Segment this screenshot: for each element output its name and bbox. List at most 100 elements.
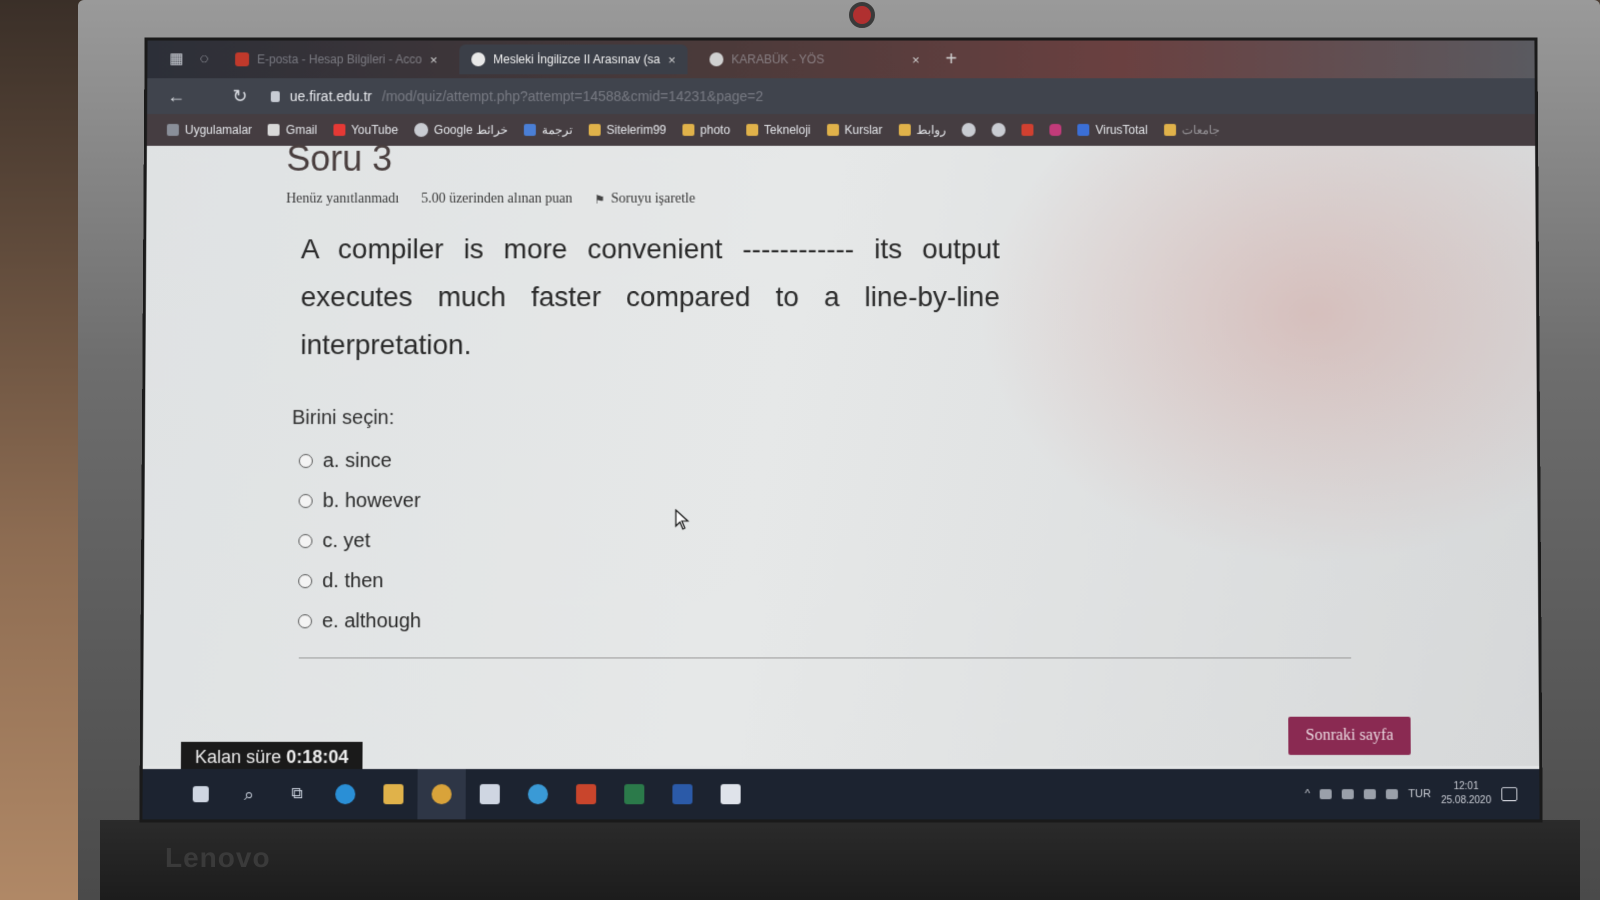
bookmark-gmail[interactable]: Gmail — [267, 123, 317, 137]
taskbar-chrome[interactable] — [417, 769, 466, 820]
taskbar-edge[interactable] — [321, 769, 369, 819]
bookmark-label: photo — [700, 122, 731, 137]
mail-icon[interactable] — [1021, 123, 1034, 136]
radio-button[interactable] — [297, 614, 313, 629]
start-button[interactable] — [177, 769, 225, 819]
question-title: Soru 3 — [286, 137, 393, 179]
taskbar-app[interactable] — [514, 769, 562, 819]
question-points: 5.00 üzerinden alınan puan — [421, 191, 573, 207]
reload-icon[interactable]: ↻ — [229, 86, 251, 107]
bookmark-virustotal[interactable]: VirusTotal — [1077, 122, 1148, 137]
globe-icon[interactable] — [961, 122, 976, 137]
answer-label: a. since — [322, 449, 392, 472]
tab-label: E-posta - Hesap Bilgileri - Acco — [257, 52, 422, 67]
volume-icon[interactable] — [1386, 789, 1399, 800]
notification-icon[interactable] — [1501, 787, 1518, 802]
google-icon — [414, 122, 429, 137]
answer-option-b[interactable]: b. however — [298, 481, 422, 521]
url-field[interactable]: ue.firat.edu.tr /mod/quiz/attempt.php?at… — [270, 88, 763, 105]
bookmark-label: YouTube — [351, 122, 399, 137]
answer-prompt: Birini seçin: — [291, 407, 395, 429]
radio-button[interactable] — [298, 454, 313, 469]
answer-options: a. since b. however c. yet d. then e. al… — [297, 441, 422, 641]
wifi-icon[interactable] — [1364, 789, 1377, 800]
globe-icon[interactable] — [991, 122, 1006, 137]
taskbar-explorer[interactable] — [369, 769, 417, 819]
taskbar-store[interactable] — [466, 769, 514, 819]
question-text: A compiler is more convenient ----------… — [300, 233, 1000, 361]
bookmark-folder-links[interactable]: روابط — [898, 123, 946, 137]
tab-quiz[interactable]: Mesleki İngilizce II Arasınav (sa × — [459, 44, 688, 75]
flag-label: Soruyu işaretle — [611, 191, 696, 207]
answer-option-c[interactable]: c. yet — [298, 521, 421, 561]
answer-label: e. although — [321, 609, 422, 632]
bookmark-translate[interactable]: ترجمة — [523, 123, 573, 137]
language-indicator[interactable]: TUR — [1408, 788, 1431, 800]
radio-button[interactable] — [298, 494, 313, 509]
apps-grid-icon — [166, 123, 179, 136]
taskbar-powerpoint[interactable] — [562, 769, 610, 819]
new-tab-icon[interactable]: + — [945, 48, 957, 71]
excel-icon — [624, 784, 645, 805]
clock[interactable]: 12:01 25.08.2020 — [1441, 780, 1491, 808]
bookmark-folder-tekneloji[interactable]: Tekneloji — [746, 123, 811, 137]
app-icon — [527, 784, 549, 805]
bookmark-label: Sitelerim99 — [606, 122, 667, 137]
bookmark-folder-photo[interactable]: photo — [682, 123, 730, 137]
folder-icon — [383, 784, 404, 805]
taskbar-contacts[interactable] — [707, 769, 755, 819]
lock-icon — [270, 90, 280, 102]
windows-icon — [192, 786, 209, 803]
tab-label: Mesleki İngilizce II Arasınav (sa — [493, 52, 661, 67]
answer-label: d. then — [322, 569, 384, 592]
bookmark-folder-kurslar[interactable]: Kurslar — [826, 123, 882, 137]
timer-value: 0:18:04 — [286, 746, 349, 768]
folder-icon — [588, 123, 601, 136]
webcam-icon — [849, 2, 875, 28]
tab-email[interactable]: E-posta - Hesap Bilgileri - Acco × — [223, 44, 449, 74]
bookmark-folder-universities[interactable]: جامعات — [1163, 123, 1220, 137]
chevron-up-icon[interactable]: ^ — [1305, 788, 1310, 800]
gmail-icon — [267, 123, 280, 136]
close-icon[interactable]: × — [912, 52, 920, 67]
folder-icon — [682, 123, 695, 136]
laptop-brand-logo: Lenovo — [165, 842, 271, 873]
question-meta: Henüz yanıtlanmadı 5.00 üzerinden alınan… — [286, 192, 695, 208]
close-icon[interactable]: × — [668, 52, 676, 67]
bookmark-youtube[interactable]: YouTube — [333, 123, 398, 137]
instagram-icon[interactable] — [1049, 123, 1062, 136]
url-host: ue.firat.edu.tr — [289, 88, 373, 105]
globe-icon — [709, 52, 724, 67]
store-icon — [479, 784, 500, 805]
search-icon: ⌕ — [243, 783, 255, 804]
network-icon[interactable] — [1342, 789, 1355, 800]
taskbar-excel[interactable] — [610, 769, 658, 819]
powerpoint-icon — [576, 784, 597, 805]
answer-option-e[interactable]: e. although — [297, 601, 422, 641]
windows-taskbar: ⌕ ⧉ ^ TUR 12:01 25.08.2020 — [142, 769, 1540, 820]
task-view-button[interactable]: ⧉ — [273, 769, 321, 819]
app-icon[interactable]: ▦ — [167, 50, 185, 68]
answer-label: b. however — [322, 489, 421, 512]
answer-option-d[interactable]: d. then — [298, 561, 421, 601]
bookmark-folder-sitelerim[interactable]: Sitelerim99 — [588, 123, 666, 137]
back-arrow-icon[interactable]: ← — [165, 86, 187, 107]
flag-question-link[interactable]: ⚑ Soruyu işaretle — [594, 192, 695, 208]
browser-address-bar: ← ↻ ue.firat.edu.tr /mod/quiz/attempt.ph… — [147, 78, 1535, 115]
whatsapp-icon[interactable]: ◌ — [195, 50, 213, 68]
bookmark-apps[interactable]: Uygulamalar — [166, 123, 252, 137]
radio-button[interactable] — [298, 574, 313, 589]
tab-karabuk[interactable]: KARABÜK - YÖS × — [697, 44, 931, 74]
radio-button[interactable] — [298, 534, 313, 549]
bookmark-google-maps[interactable]: Google خرائط — [414, 122, 508, 137]
browser-tab-bar: ▦ ◌ E-posta - Hesap Bilgileri - Acco × M… — [147, 40, 1535, 79]
taskbar-word[interactable] — [658, 769, 706, 819]
system-tray: ^ TUR 12:01 25.08.2020 — [1305, 769, 1518, 819]
answer-label: c. yet — [322, 529, 371, 552]
cloud-icon[interactable] — [1319, 789, 1333, 800]
search-button[interactable]: ⌕ — [225, 769, 273, 819]
next-page-button[interactable]: Sonraki sayfa — [1288, 716, 1411, 755]
bookmark-label: VirusTotal — [1095, 122, 1148, 137]
answer-option-a[interactable]: a. since — [298, 441, 422, 481]
close-icon[interactable]: × — [430, 52, 438, 67]
